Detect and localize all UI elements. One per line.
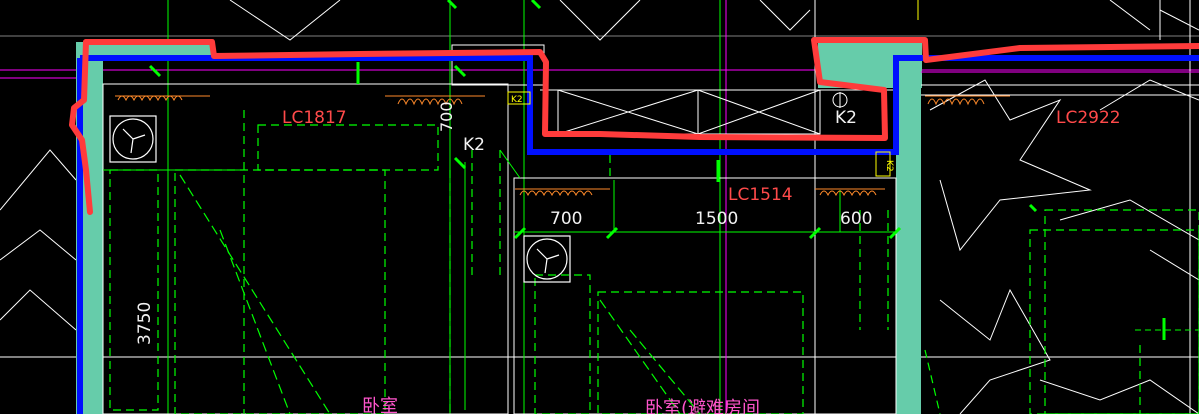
red-annotation: [69, 37, 1199, 215]
window-label-lc2922: LC2922: [1056, 108, 1121, 128]
k2-tag-top: K2: [511, 95, 523, 105]
window-label-lc1817: LC1817: [282, 108, 347, 128]
dimension-3750: 3750: [135, 302, 155, 345]
k2-label-right: K2: [835, 108, 857, 128]
room-label-bedroom-shelter: 卧室(避难房间: [645, 398, 760, 414]
dimension-700: 700: [550, 209, 582, 229]
furniture-dashed: [109, 110, 1199, 414]
fan-symbol-small: [832, 92, 848, 108]
hatch-diagonals: [0, 0, 1199, 414]
room-label-bedroom: 卧室: [362, 396, 398, 414]
k2-tag-side: K2: [884, 160, 894, 172]
fan-symbol-left: [109, 115, 157, 163]
cad-drawing-viewport[interactable]: LC1817 LC1514 LC2922 K2 K2 K2 K2 700 700…: [0, 0, 1199, 414]
dimension-700-vertical: 700: [437, 101, 456, 132]
k2-label-left: K2: [463, 135, 485, 155]
window-label-lc1514: LC1514: [728, 185, 793, 205]
floor-plan-canvas: LC1817 LC1514 LC2922 K2 K2 K2 K2 700 700…: [0, 0, 1199, 414]
dimension-600: 600: [840, 209, 872, 229]
dimension-1500: 1500: [695, 209, 738, 229]
magenta-details: [0, 71, 1199, 79]
axis-lines: [0, 0, 1199, 414]
door-swings: [179, 174, 701, 414]
window-symbols: [115, 95, 1010, 197]
